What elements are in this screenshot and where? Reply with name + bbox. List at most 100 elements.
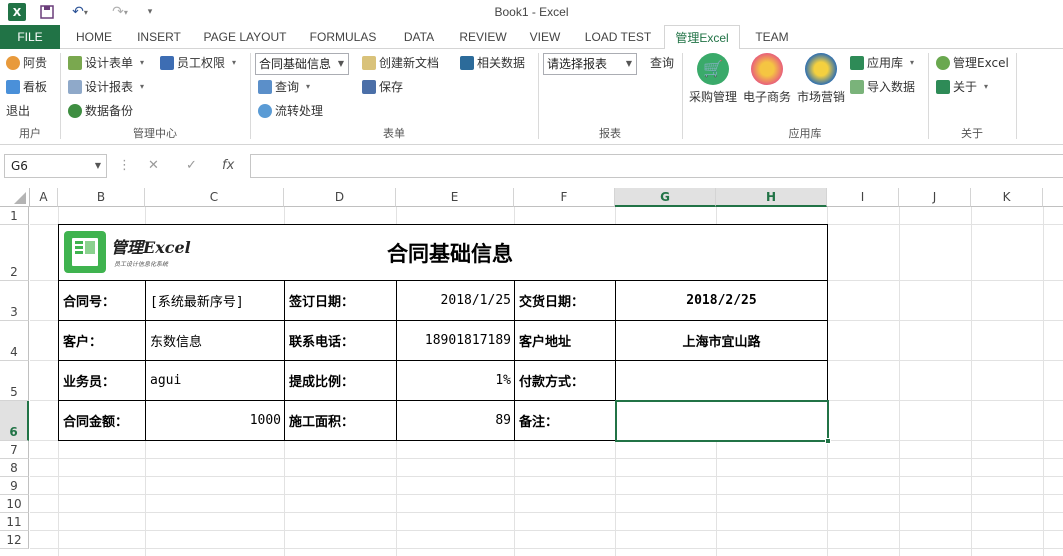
logout-button[interactable]: 退出 xyxy=(6,101,30,121)
report-query-button[interactable]: 查询 xyxy=(650,53,674,73)
value-phone[interactable]: 18901817189 xyxy=(397,321,514,360)
row-header-1[interactable]: 1 xyxy=(0,207,29,225)
app-library-icon xyxy=(850,56,864,70)
form-select-combo[interactable]: 合同基础信息 ▼ xyxy=(255,53,349,75)
value-salesperson[interactable]: agui xyxy=(146,361,284,400)
value-contract-no[interactable]: [系统最新序号] xyxy=(146,281,284,320)
query-icon xyxy=(258,80,272,94)
save-form-button[interactable]: 保存 xyxy=(362,77,403,97)
value-sign-date[interactable]: 2018/1/25 xyxy=(397,281,514,320)
insert-function-icon[interactable]: fx xyxy=(222,158,234,173)
column-header-c[interactable]: C xyxy=(145,188,284,207)
tab-data[interactable]: DATA xyxy=(394,25,444,49)
value-customer-address[interactable]: 上海市宜山路 xyxy=(616,321,827,360)
logo-text: 管理Excel xyxy=(111,238,191,257)
column-header-d[interactable]: D xyxy=(284,188,396,207)
tab-review[interactable]: REVIEW xyxy=(454,25,512,49)
label-customer-address[interactable]: 客户地址 xyxy=(515,321,615,360)
new-document-button[interactable]: 创建新文档 xyxy=(362,53,439,73)
label-contract-amount[interactable]: 合同金额： xyxy=(59,401,145,440)
tab-manage-excel[interactable]: 管理Excel xyxy=(664,25,740,50)
ecommerce-button[interactable]: 电子商务 xyxy=(740,53,794,109)
more-options-icon: ⋮ xyxy=(118,158,131,173)
tab-insert[interactable]: INSERT xyxy=(130,25,188,49)
tab-page-layout[interactable]: PAGE LAYOUT xyxy=(198,25,292,49)
column-header-a[interactable]: A xyxy=(30,188,58,207)
label-contract-no[interactable]: 合同号： xyxy=(59,281,145,320)
gridline xyxy=(30,548,1063,549)
label-payment-method[interactable]: 付款方式： xyxy=(515,361,615,400)
value-contract-amount[interactable]: 1000 xyxy=(146,401,284,440)
value-commission-rate[interactable]: 1% xyxy=(397,361,514,400)
row-header-4[interactable]: 4 xyxy=(0,321,29,361)
worksheet-grid[interactable]: A B C D E F G H I J K 1 2 3 4 5 6 7 8 9 … xyxy=(0,188,1063,556)
column-header-b[interactable]: B xyxy=(58,188,145,207)
column-header-f[interactable]: F xyxy=(514,188,615,207)
tab-file[interactable]: FILE xyxy=(0,25,60,49)
tab-load-test[interactable]: LOAD TEST xyxy=(578,25,658,49)
data-backup-button[interactable]: 数据备份 xyxy=(68,101,133,121)
label-delivery-date[interactable]: 交货日期： xyxy=(515,281,615,320)
user-agui-button[interactable]: 阿贵 xyxy=(6,53,47,73)
row-header-5[interactable]: 5 xyxy=(0,361,29,401)
app-library-button[interactable]: 应用库 ▾ xyxy=(850,53,914,73)
value-payment-method[interactable] xyxy=(616,361,827,400)
label-remarks[interactable]: 备注： xyxy=(515,401,615,440)
formula-bar: G6 ▼ ⋮ ✕ ✓ fx xyxy=(0,146,1063,186)
dashboard-button[interactable]: 看板 xyxy=(6,77,47,97)
related-data-button[interactable]: 相关数据 xyxy=(460,53,525,73)
column-header-e[interactable]: E xyxy=(396,188,514,207)
label-sign-date[interactable]: 签订日期： xyxy=(285,281,396,320)
manage-excel-button[interactable]: 管理Excel xyxy=(936,53,1009,73)
row-header-6[interactable]: 6 xyxy=(0,401,29,441)
flow-process-button[interactable]: 流转处理 xyxy=(258,101,323,121)
report-select-combo[interactable]: 请选择报表 ▼ xyxy=(543,53,637,75)
column-header-g[interactable]: G xyxy=(615,188,716,207)
tab-formulas[interactable]: FORMULAS xyxy=(302,25,384,49)
value-customer[interactable]: 东数信息 xyxy=(146,321,284,360)
logo-subtext: 员工设计信息化系统 xyxy=(114,261,169,268)
formula-input[interactable] xyxy=(250,154,1063,178)
design-form-button[interactable]: 设计表单 ▾ xyxy=(68,53,144,73)
tab-home[interactable]: HOME xyxy=(66,25,122,49)
tab-view[interactable]: VIEW xyxy=(522,25,568,49)
employee-permissions-button[interactable]: 员工权限 ▾ xyxy=(160,53,236,73)
label-salesperson[interactable]: 业务员： xyxy=(59,361,145,400)
name-box[interactable]: G6 ▼ xyxy=(4,154,107,178)
column-header-i[interactable]: I xyxy=(827,188,899,207)
row-header-7[interactable]: 7 xyxy=(0,441,29,459)
row-header-8[interactable]: 8 xyxy=(0,459,29,477)
column-header-k[interactable]: K xyxy=(971,188,1043,207)
label-phone[interactable]: 联系电话： xyxy=(285,321,396,360)
active-cell-selection[interactable] xyxy=(615,400,829,442)
tab-team[interactable]: TEAM xyxy=(746,25,798,49)
form-icon xyxy=(68,56,82,70)
row-header-11[interactable]: 11 xyxy=(0,513,29,531)
row-header-10[interactable]: 10 xyxy=(0,495,29,513)
label-customer[interactable]: 客户： xyxy=(59,321,145,360)
cart-icon: 🛒 xyxy=(697,53,729,85)
enter-icon[interactable]: ✓ xyxy=(186,158,197,173)
value-delivery-date[interactable]: 2018/2/25 xyxy=(616,281,827,320)
home-icon xyxy=(936,80,950,94)
cancel-icon[interactable]: ✕ xyxy=(148,158,159,173)
column-header-j[interactable]: J xyxy=(899,188,971,207)
label-construction-area[interactable]: 施工面积： xyxy=(285,401,396,440)
row-header-9[interactable]: 9 xyxy=(0,477,29,495)
group-label-user: 用户 xyxy=(19,127,41,140)
design-report-button[interactable]: 设计报表 ▾ xyxy=(68,77,144,97)
row-header-12[interactable]: 12 xyxy=(0,531,29,549)
row-header-2[interactable]: 2 xyxy=(0,225,29,281)
label-commission-rate[interactable]: 提成比例： xyxy=(285,361,396,400)
column-header-h[interactable]: H xyxy=(716,188,827,207)
import-data-button[interactable]: 导入数据 xyxy=(850,77,915,97)
value-construction-area[interactable]: 89 xyxy=(397,401,514,440)
column-header-blank xyxy=(1043,188,1063,207)
marketing-button[interactable]: 市场营销 xyxy=(794,53,848,109)
about-button[interactable]: 关于 ▾ xyxy=(936,77,988,97)
query-button[interactable]: 查询 ▾ xyxy=(258,77,310,97)
select-all-corner[interactable] xyxy=(0,188,30,207)
purchase-management-button[interactable]: 🛒 采购管理 xyxy=(686,53,740,109)
row-header-3[interactable]: 3 xyxy=(0,281,29,321)
fill-handle[interactable] xyxy=(825,438,831,444)
